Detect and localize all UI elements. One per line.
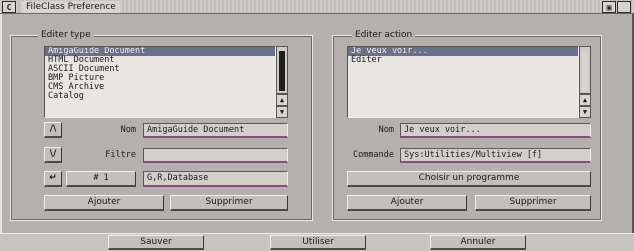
type-name-field[interactable]: AmigaGuide Document [143, 123, 288, 138]
edit-action-group-label: Editer action [352, 30, 416, 40]
save-button[interactable]: Sauver [108, 235, 204, 250]
action-name-label: Nom [378, 125, 394, 135]
move-up-button[interactable]: /\ [44, 122, 62, 138]
database-field[interactable]: G,R,Database [143, 171, 288, 187]
type-list-items: AmigaGuide Document HTML Document ASCII Do… [45, 47, 275, 101]
type-delete-button[interactable]: Supprimer [170, 195, 288, 211]
depth-gadget-icon[interactable]: ▣ [602, 1, 616, 13]
type-number-display: # 1 [66, 171, 136, 187]
type-add-button[interactable]: Ajouter [44, 195, 164, 211]
list-item[interactable]: Je veux voir... [348, 47, 578, 56]
action-list-scroll-down-icon[interactable]: ▼ [579, 106, 591, 118]
action-list-scroll-up-icon[interactable]: ▲ [579, 94, 591, 106]
window-titlebar[interactable]: C FileClass Preference ▣ [0, 0, 634, 14]
cancel-button[interactable]: Annuler [430, 235, 526, 250]
action-list-items: Je veux voir... Editer [348, 47, 578, 65]
command-label: Commande [353, 150, 394, 160]
move-down-button[interactable]: \/ [44, 147, 62, 163]
type-list-scroll-down-icon[interactable]: ▼ [276, 106, 288, 118]
command-field[interactable]: Sys:Utilities/Multiview [f] [400, 148, 591, 163]
zoom-gadget-icon[interactable] [617, 1, 631, 13]
type-filter-field[interactable] [143, 148, 288, 163]
action-add-button[interactable]: Ajouter [347, 195, 467, 211]
choose-program-button[interactable]: Choisir un programme [347, 171, 591, 187]
window-title: FileClass Preference [22, 1, 120, 13]
list-item[interactable]: Catalog [45, 92, 275, 101]
action-list-scrollbar[interactable] [579, 46, 591, 94]
action-delete-button[interactable]: Supprimer [475, 195, 591, 211]
type-filter-label: Filtre [105, 150, 136, 160]
action-name-field[interactable]: Je veux voir... [400, 123, 591, 138]
type-name-label: Nom [120, 125, 136, 135]
type-list-scrollbar[interactable] [276, 46, 288, 94]
edit-type-group-label: Editer type [38, 30, 94, 40]
cycle-icon[interactable]: ↵ [44, 171, 62, 187]
action-list[interactable]: Je veux voir... Editer [347, 46, 579, 118]
action-list-scroll-knob[interactable] [582, 51, 588, 91]
list-item[interactable]: Editer [348, 56, 578, 65]
type-list-scroll-knob[interactable] [279, 51, 285, 91]
use-button[interactable]: Utiliser [270, 235, 366, 250]
type-list-scroll-up-icon[interactable]: ▲ [276, 94, 288, 106]
type-list[interactable]: AmigaGuide Document HTML Document ASCII Do… [44, 46, 276, 118]
close-gadget-icon[interactable]: C [2, 1, 16, 13]
